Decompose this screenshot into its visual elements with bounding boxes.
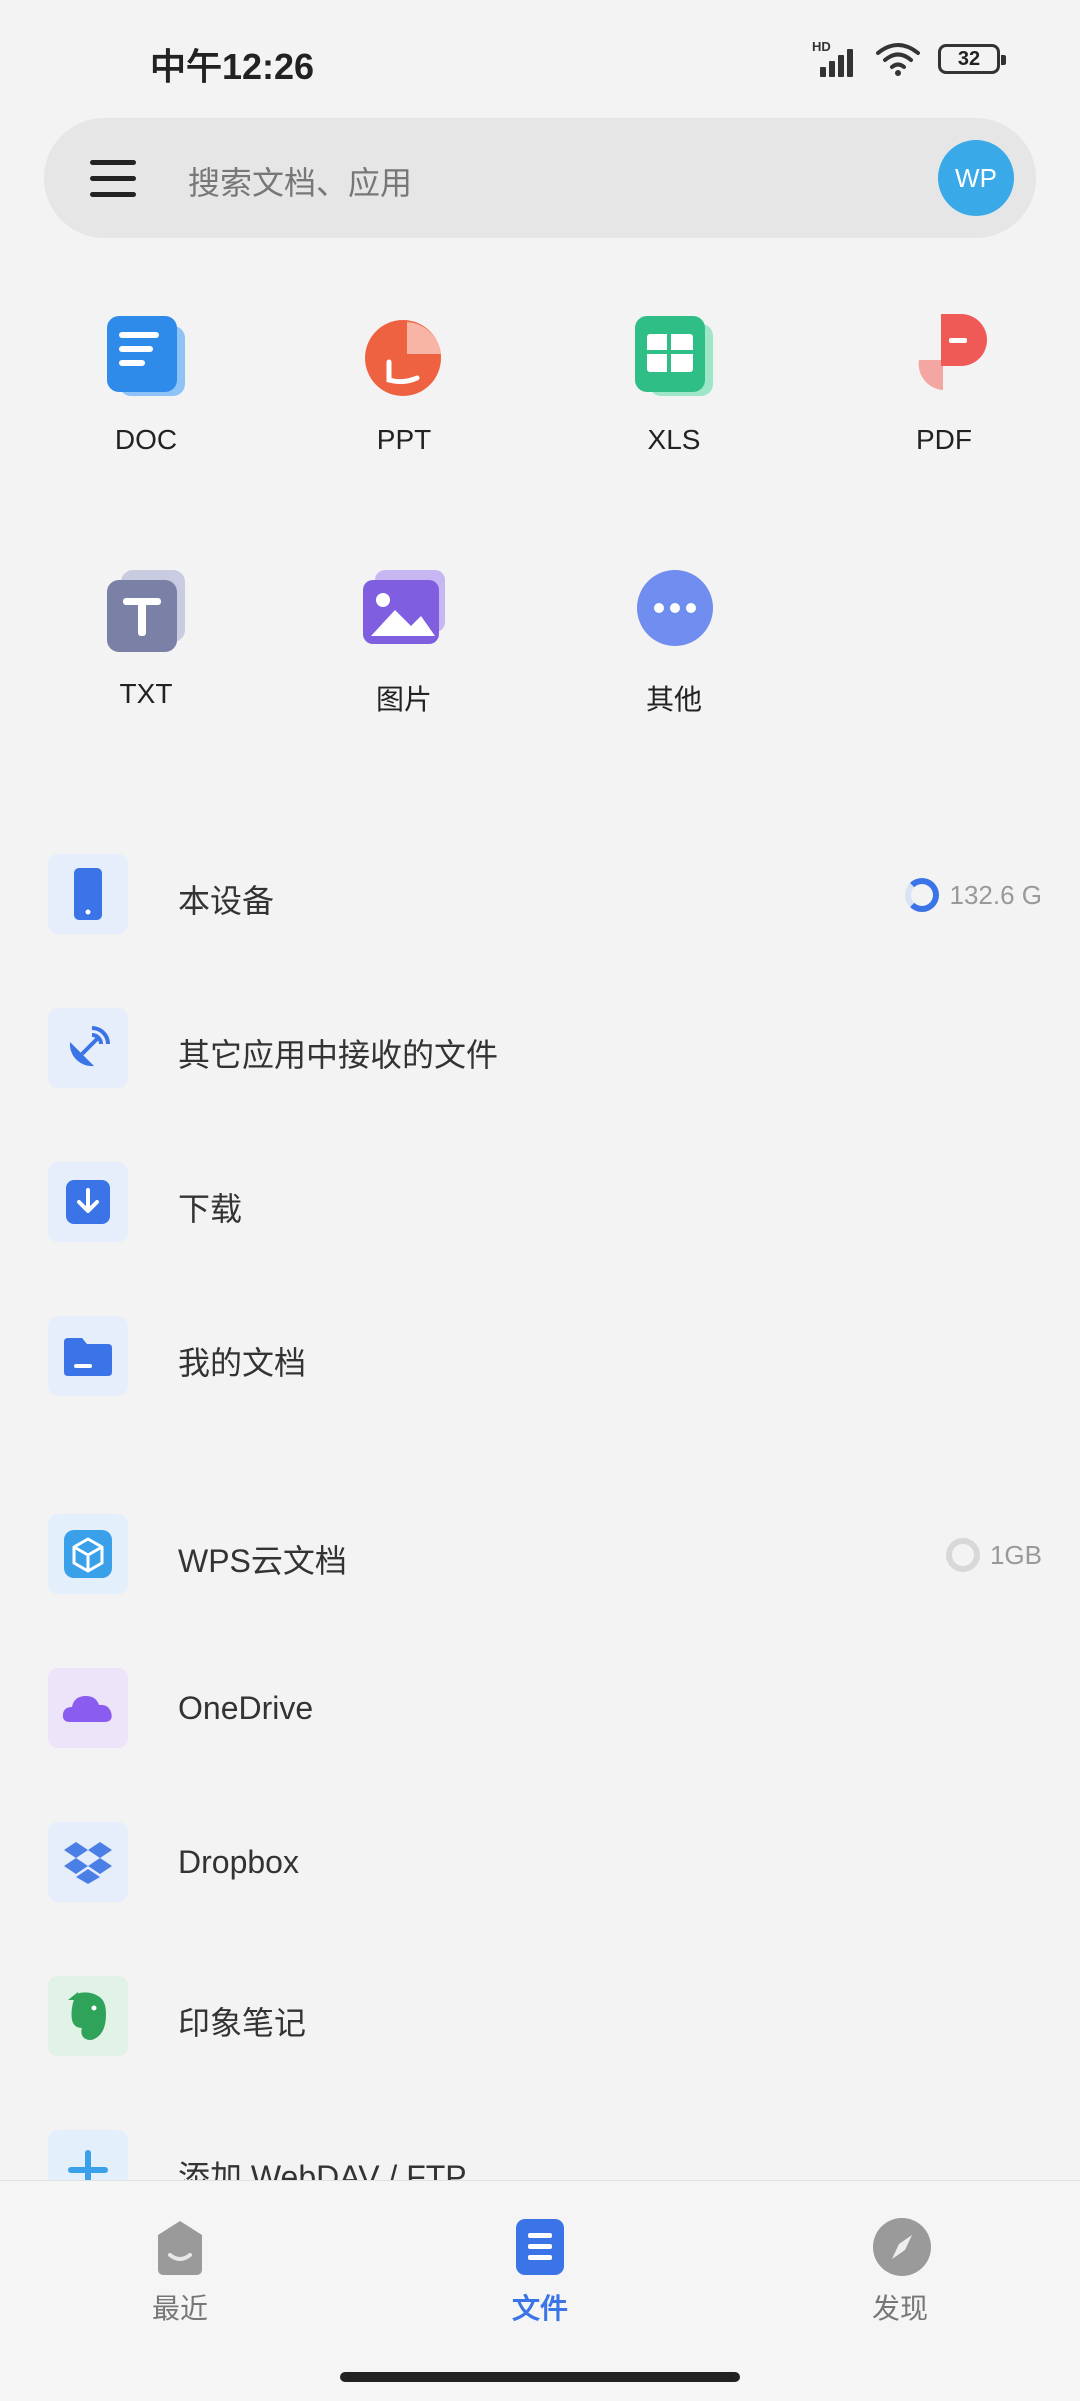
txt-icon bbox=[101, 566, 191, 656]
onedrive-icon bbox=[48, 1668, 128, 1748]
list-item-evernote[interactable]: 印象笔记 bbox=[48, 1966, 1038, 2066]
status-icons: HD 32 bbox=[812, 38, 1006, 80]
list-item-device[interactable]: 本设备 132.6 G bbox=[48, 844, 1042, 944]
hd-label: HD bbox=[812, 39, 831, 54]
wifi-icon bbox=[876, 43, 920, 76]
bottom-nav: 最近 文件 发现 bbox=[0, 2180, 1080, 2401]
nav-recent[interactable]: 最近 bbox=[100, 2217, 260, 2327]
phone-icon bbox=[48, 854, 128, 934]
storage-ring-icon bbox=[905, 878, 940, 912]
files-icon bbox=[512, 2217, 568, 2275]
cloud-usage: 1GB bbox=[945, 1538, 1042, 1572]
storage-size: 132.6 G bbox=[949, 879, 1042, 910]
list-item-title: 印象笔记 bbox=[178, 2005, 307, 2041]
list-item-my-documents[interactable]: 我的文档 bbox=[48, 1306, 1038, 1406]
list-item-onedrive[interactable]: OneDrive bbox=[48, 1658, 1038, 1758]
search-input[interactable]: 搜索文档、应用 bbox=[188, 158, 412, 204]
evernote-icon bbox=[48, 1976, 128, 2056]
list-item-title: 下载 bbox=[178, 1191, 243, 1227]
storage-usage: 132.6 G bbox=[905, 878, 1042, 912]
folder-icon bbox=[48, 1316, 128, 1396]
category-label: PPT bbox=[376, 424, 432, 455]
home-indicator bbox=[340, 2372, 740, 2382]
category-label: 图片 bbox=[375, 684, 432, 715]
signal-icon: HD bbox=[812, 39, 858, 77]
cube-icon bbox=[48, 1514, 128, 1594]
status-time: 中午12:26 bbox=[150, 46, 315, 87]
nav-label: 文件 bbox=[511, 2293, 568, 2324]
category-ppt[interactable]: PPT bbox=[314, 312, 494, 456]
more-icon bbox=[629, 566, 719, 656]
nav-label: 发现 bbox=[871, 2293, 928, 2324]
list-item-wps-cloud[interactable]: WPS云文档 1GB bbox=[48, 1504, 1042, 1604]
nav-files[interactable]: 文件 bbox=[460, 2217, 620, 2327]
pdf-icon bbox=[899, 312, 989, 402]
category-txt[interactable]: TXT bbox=[56, 566, 236, 710]
list-item-title: OneDrive bbox=[178, 1690, 314, 1726]
category-image[interactable]: 图片 bbox=[314, 566, 494, 718]
avatar[interactable]: WP bbox=[938, 140, 1014, 216]
category-label: PDF bbox=[916, 424, 972, 455]
list-item-received-files[interactable]: 其它应用中接收的文件 bbox=[48, 998, 1038, 1098]
list-item-download[interactable]: 下载 bbox=[48, 1152, 1038, 1252]
menu-icon[interactable] bbox=[90, 156, 138, 200]
status-bar: 中午12:26 HD 32 bbox=[0, 0, 1080, 110]
category-label: DOC bbox=[114, 424, 178, 455]
search-bar[interactable]: 搜索文档、应用 WP bbox=[44, 118, 1036, 238]
satellite-icon bbox=[48, 1008, 128, 1088]
category-xls[interactable]: XLS bbox=[584, 312, 764, 456]
nav-label: 最近 bbox=[151, 2293, 208, 2324]
category-doc[interactable]: DOC bbox=[56, 312, 236, 456]
cloud-size: 1GB bbox=[989, 1539, 1042, 1570]
category-pdf[interactable]: PDF bbox=[854, 312, 1034, 456]
recent-icon bbox=[152, 2217, 208, 2275]
category-label: TXT bbox=[119, 678, 173, 709]
category-label: 其他 bbox=[645, 684, 702, 715]
list-item-title: 我的文档 bbox=[178, 1345, 307, 1381]
nav-discover[interactable]: 发现 bbox=[820, 2217, 980, 2327]
image-icon bbox=[359, 566, 449, 656]
dropbox-icon bbox=[48, 1822, 128, 1902]
category-other[interactable]: 其他 bbox=[584, 566, 764, 718]
battery-level: 32 bbox=[957, 47, 981, 70]
storage-ring-icon bbox=[945, 1538, 980, 1572]
list-item-dropbox[interactable]: Dropbox bbox=[48, 1812, 1038, 1912]
compass-icon bbox=[872, 2217, 931, 2276]
list-item-title: Dropbox bbox=[178, 1844, 299, 1880]
xls-icon bbox=[629, 312, 719, 402]
ppt-icon bbox=[359, 312, 449, 402]
battery-icon: 32 bbox=[938, 44, 1006, 74]
list-item-title: 本设备 bbox=[178, 883, 275, 919]
doc-icon bbox=[101, 312, 191, 402]
download-icon bbox=[48, 1162, 128, 1242]
category-label: XLS bbox=[647, 424, 701, 455]
list-item-title: WPS云文档 bbox=[178, 1543, 347, 1579]
list-item-title: 其它应用中接收的文件 bbox=[178, 1037, 499, 1073]
